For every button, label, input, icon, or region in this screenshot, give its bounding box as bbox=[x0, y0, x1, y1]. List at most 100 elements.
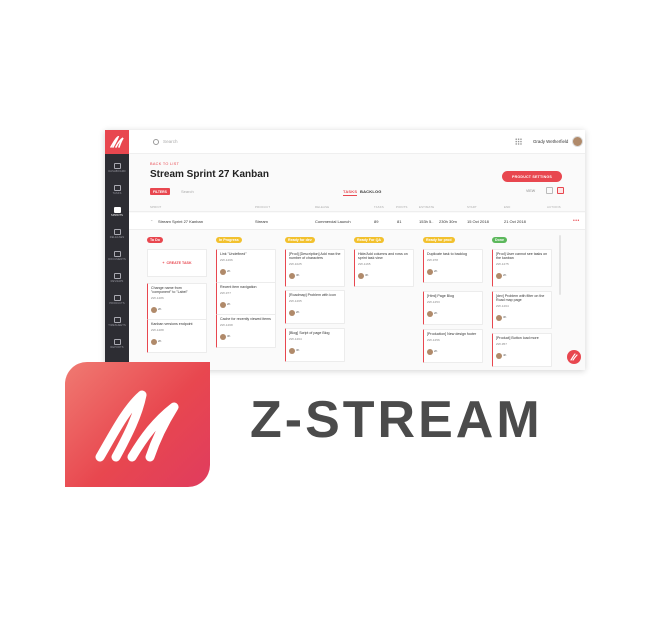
column-title: In Progress bbox=[216, 237, 242, 243]
sprint-row[interactable]: ⌃ Stream Sprint 27 Kanban Stream Commerc… bbox=[129, 213, 585, 230]
assignee-avatar bbox=[496, 272, 502, 279]
sprint-points: 81 bbox=[397, 219, 402, 224]
user-avatar[interactable] bbox=[572, 136, 583, 147]
assignee-avatar bbox=[289, 272, 295, 279]
search-icon[interactable] bbox=[153, 139, 159, 145]
products-icon bbox=[113, 294, 121, 301]
task-card[interactable]: Change name from "component" to "Label" … bbox=[147, 283, 207, 322]
sprint-remaining: 230h 30m bbox=[439, 219, 457, 224]
filters-label: FILTERS bbox=[153, 189, 167, 194]
task-estimate: 3h bbox=[365, 273, 369, 278]
column-in-progress: In Progress Link "Undefined" ZW-1266 2h … bbox=[214, 235, 277, 370]
task-estimate: 2h bbox=[158, 338, 162, 343]
sidebar-item-sprints[interactable]: Sprints bbox=[105, 202, 129, 222]
task-id: ZW-1265 bbox=[289, 298, 302, 303]
assignee-avatar bbox=[427, 348, 433, 355]
sprint-name: Stream Sprint 27 Kanban bbox=[158, 219, 203, 224]
sidebar-item-documents[interactable]: Documents bbox=[105, 246, 129, 266]
task-estimate: 3h bbox=[296, 347, 300, 352]
app-screenshot: Dashboard Tasks Sprints Releases Documen… bbox=[105, 130, 585, 370]
timesheets-icon bbox=[113, 316, 121, 323]
task-card[interactable]: [Html] Page Blog ZW-1253 2h bbox=[423, 291, 483, 325]
task-card[interactable]: [Production] New design footer ZW-1256 2… bbox=[423, 329, 483, 363]
sidebar: Dashboard Tasks Sprints Releases Documen… bbox=[105, 130, 129, 370]
tab-tasks[interactable]: TASKS bbox=[343, 189, 358, 196]
task-estimate: 2h bbox=[434, 310, 438, 315]
column-title: Ready For QA bbox=[354, 237, 384, 243]
sprint-table-header: SPRINT PRODUCT RELEASE TASKS POINTS ESTI… bbox=[129, 204, 585, 212]
column-title: To Do bbox=[147, 237, 163, 243]
task-id: ZW-1275 bbox=[496, 262, 509, 267]
sidebar-item-dashboard[interactable]: Dashboard bbox=[105, 158, 129, 178]
task-title: [dev] Problem with filter on the Road ma… bbox=[496, 294, 545, 303]
task-id: ZW-1025 bbox=[289, 262, 302, 267]
tasks-icon bbox=[113, 184, 121, 191]
task-id: ZW-1268 bbox=[220, 322, 233, 327]
sidebar-item-reviews[interactable]: Reviews bbox=[105, 268, 129, 288]
board-search-input[interactable]: Search bbox=[181, 189, 194, 194]
task-card[interactable]: [Roadmap] Problem with icon ZW-1265 2h bbox=[285, 290, 345, 324]
task-card[interactable]: Recent item navigation ZW-977 2h bbox=[216, 282, 276, 316]
sprint-actions-menu[interactable]: ••• bbox=[573, 218, 580, 224]
product-settings-button[interactable]: PRODUCT SETTINGS bbox=[502, 171, 562, 182]
task-card[interactable]: [Prod] [Description] Add max the number … bbox=[285, 249, 345, 288]
task-id: ZW-1286 bbox=[151, 296, 164, 301]
task-title: [Blog] Script of page Blog bbox=[289, 331, 330, 335]
task-title: [Prod] User cannot see tasks on the kanb… bbox=[496, 252, 548, 261]
filters-button[interactable]: FILTERS bbox=[150, 188, 170, 195]
task-card[interactable]: Duplicate task to backlog ZW-978 2h bbox=[423, 249, 483, 283]
sprint-estimate: 153h 5.. bbox=[419, 219, 434, 224]
task-title: Change name from "component" to "Label" bbox=[151, 286, 188, 295]
sidebar-item-releases[interactable]: Releases bbox=[105, 224, 129, 244]
task-title: Recent item navigation bbox=[220, 285, 257, 289]
col-release: RELEASE bbox=[315, 205, 330, 209]
dashboard-icon bbox=[113, 162, 121, 169]
task-card[interactable]: Link "Undefined" ZW-1266 2h bbox=[216, 249, 276, 283]
task-card[interactable]: [Blog] Script of page Blog ZW-1264 3h bbox=[285, 328, 345, 362]
sidebar-item-reports[interactable]: Reports bbox=[105, 334, 129, 354]
board-scrollbar[interactable] bbox=[559, 235, 561, 295]
task-title: [Roadmap] Problem with icon bbox=[289, 293, 336, 297]
create-task-button[interactable]: + CREATE TASK bbox=[147, 249, 207, 277]
list-view-icon[interactable] bbox=[546, 187, 553, 194]
sidebar-item-timesheets[interactable]: Timesheets bbox=[105, 312, 129, 332]
back-to-list-link[interactable]: BACK TO LIST bbox=[150, 162, 179, 166]
column-title: Ready for dev bbox=[285, 237, 315, 243]
user-name[interactable]: Grady Wetherfield bbox=[533, 139, 568, 144]
task-estimate: 3h bbox=[503, 315, 507, 320]
col-tasks: TASKS bbox=[374, 205, 384, 209]
task-card[interactable]: [Product] Button load more ZW-957 4h bbox=[492, 333, 552, 367]
apps-grid-icon[interactable] bbox=[515, 138, 522, 145]
zstream-mark-icon bbox=[110, 136, 124, 148]
assignee-avatar bbox=[289, 309, 295, 316]
col-estimate: ESTIMATE bbox=[419, 205, 435, 209]
assignee-avatar bbox=[427, 310, 433, 317]
task-estimate: 2h bbox=[296, 309, 300, 314]
assignee-avatar bbox=[151, 306, 157, 313]
kanban-view-icon[interactable] bbox=[557, 187, 564, 194]
view-label: VIEW bbox=[526, 189, 536, 193]
task-estimate: 4h bbox=[503, 352, 507, 357]
task-title: [Html] Page Blog bbox=[427, 294, 454, 298]
create-task-label: CREATE TASK bbox=[166, 261, 192, 265]
assignee-avatar bbox=[496, 314, 502, 321]
collapse-chevron-icon[interactable]: ⌃ bbox=[150, 219, 153, 224]
help-fab-button[interactable] bbox=[567, 350, 581, 364]
task-card[interactable]: Kanban versions endpoint ZW-1288 2h bbox=[147, 319, 207, 353]
global-search-input[interactable]: Search bbox=[163, 139, 178, 144]
zstream-logo bbox=[65, 362, 210, 487]
sidebar-item-tasks[interactable]: Tasks bbox=[105, 180, 129, 200]
task-card[interactable]: Cache for recently viewed items ZW-1268 … bbox=[216, 314, 276, 348]
column-to-do: To Do + CREATE TASK Change name from "com… bbox=[145, 235, 208, 370]
task-card[interactable]: [Prod] User cannot see tasks on the kanb… bbox=[492, 249, 552, 288]
product-settings-label: PRODUCT SETTINGS bbox=[512, 174, 552, 179]
task-card[interactable]: [dev] Problem with filter on the Road ma… bbox=[492, 291, 552, 330]
column-done: Done [Prod] User cannot see tasks on the… bbox=[490, 235, 553, 370]
promo-stage: { "app": { "search_placeholder": "Search… bbox=[0, 0, 651, 621]
sidebar-item-products[interactable]: Products bbox=[105, 290, 129, 310]
col-end: END bbox=[504, 205, 511, 209]
task-card[interactable]: Hide/Add columns and rows on sprint task… bbox=[354, 249, 414, 288]
tab-backlog[interactable]: BACKLOG bbox=[360, 189, 382, 194]
task-estimate: 3h bbox=[296, 273, 300, 278]
app-logo[interactable] bbox=[105, 130, 129, 154]
